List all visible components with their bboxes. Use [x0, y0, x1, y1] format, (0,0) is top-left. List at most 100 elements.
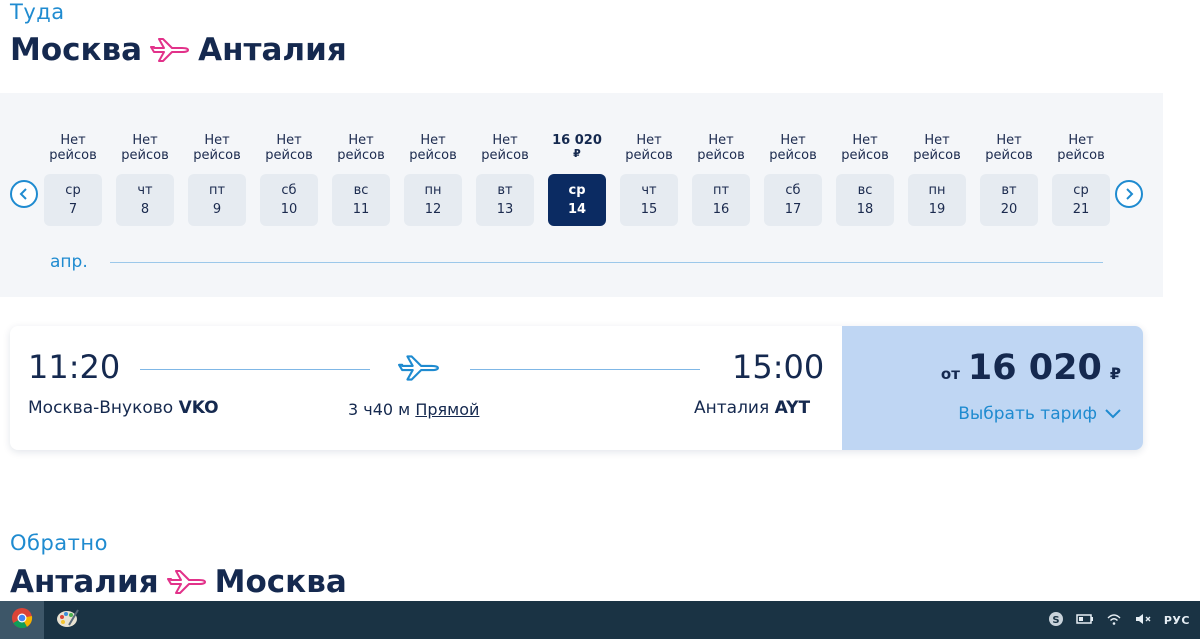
day-date: 10: [280, 202, 298, 217]
language-indicator[interactable]: РУС: [1164, 614, 1190, 627]
price-currency: ₽: [1109, 364, 1121, 383]
day-column: Нет рейсов чт 8: [115, 133, 175, 226]
day-date: 14: [567, 202, 587, 217]
day-price-line1: Нет: [924, 133, 950, 148]
day-price-line2: рейсов: [841, 148, 889, 163]
day-column: Нет рейсов вс 18: [835, 133, 895, 226]
day-price-line2: рейсов: [1057, 148, 1105, 163]
plane-icon: [150, 34, 190, 66]
flight-card[interactable]: 11:20 15:00 Москва-Внуково VKO 3 ч40 м П…: [10, 326, 1143, 450]
wifi-icon[interactable]: [1106, 612, 1122, 629]
price-panel[interactable]: от 16 020 ₽ Выбрать тариф: [842, 326, 1143, 450]
day-column: Нет рейсов сб 10: [259, 133, 319, 226]
route-line-right: [470, 369, 700, 370]
day-button[interactable]: вс 18: [836, 174, 894, 226]
select-tariff-button[interactable]: Выбрать тариф: [958, 404, 1121, 424]
departure-time: 11:20: [28, 348, 121, 386]
day-button[interactable]: пт 16: [692, 174, 750, 226]
day-price-info: Нет рейсов: [331, 133, 391, 167]
day-weekday: вс: [857, 183, 873, 198]
select-tariff-label: Выбрать тариф: [958, 404, 1097, 424]
day-price-line2: рейсов: [625, 148, 673, 163]
day-weekday: ср: [65, 183, 81, 198]
day-column: Нет рейсов сб 17: [763, 133, 823, 226]
day-price-info: Нет рейсов: [691, 133, 751, 167]
outbound-to-city: Анталия: [198, 32, 347, 68]
day-button[interactable]: чт 8: [116, 174, 174, 226]
day-price-info: Нет рейсов: [979, 133, 1039, 167]
day-weekday: вт: [497, 183, 513, 198]
day-date: 17: [784, 202, 802, 217]
day-button[interactable]: пн 19: [908, 174, 966, 226]
day-button[interactable]: сб 10: [260, 174, 318, 226]
day-date: 21: [1072, 202, 1090, 217]
day-column: Нет рейсов чт 15: [619, 133, 679, 226]
day-button[interactable]: пн 12: [404, 174, 462, 226]
next-dates-button[interactable]: [1115, 180, 1143, 208]
day-price-info: Нет рейсов: [115, 133, 175, 167]
day-price-info: Нет рейсов: [1051, 133, 1111, 167]
skype-icon[interactable]: S: [1048, 611, 1064, 630]
day-price-line1: Нет: [132, 133, 158, 148]
day-button[interactable]: ср 21: [1052, 174, 1110, 226]
day-price-line1: Нет: [204, 133, 230, 148]
chevron-left-icon: [18, 185, 30, 204]
day-price-line1: Нет: [420, 133, 446, 148]
day-price-line1: Нет: [1068, 133, 1094, 148]
day-price-line2: рейсов: [769, 148, 817, 163]
day-price-line2: рейсов: [409, 148, 457, 163]
battery-icon[interactable]: [1076, 613, 1094, 628]
prev-dates-button[interactable]: [10, 180, 38, 208]
day-price-line2: рейсов: [121, 148, 169, 163]
day-button[interactable]: пт 9: [188, 174, 246, 226]
day-column: 16 020 ₽ ср 14: [547, 133, 607, 226]
plane-icon: [166, 566, 207, 598]
volume-muted-icon[interactable]: [1134, 612, 1152, 629]
day-date: 13: [496, 202, 514, 217]
day-column: Нет рейсов ср 21: [1051, 133, 1111, 226]
day-button-selected[interactable]: ср 14: [548, 174, 606, 226]
day-price-line1: Нет: [852, 133, 878, 148]
day-date: 8: [140, 202, 150, 217]
day-price-line1: Нет: [780, 133, 806, 148]
price-amount: 16 020: [967, 348, 1102, 388]
day-weekday: сб: [281, 183, 297, 198]
day-price-line1: Нет: [492, 133, 518, 148]
day-column: Нет рейсов вт 20: [979, 133, 1039, 226]
day-date: 20: [1000, 202, 1018, 217]
day-button[interactable]: сб 17: [764, 174, 822, 226]
day-button[interactable]: вт 13: [476, 174, 534, 226]
route-line-left: [140, 369, 370, 370]
day-price-line1: Нет: [636, 133, 662, 148]
plane-icon: [398, 350, 440, 386]
taskbar-chrome-button[interactable]: [0, 601, 44, 639]
return-from-city: Анталия: [10, 564, 159, 600]
flight-price: от 16 020 ₽: [941, 348, 1121, 388]
arrival-airport-code: AYT: [774, 398, 811, 418]
day-button[interactable]: ср 7: [44, 174, 102, 226]
day-date: 11: [352, 202, 370, 217]
day-price-info: Нет рейсов: [187, 133, 247, 167]
day-price-info: Нет рейсов: [43, 133, 103, 167]
day-button[interactable]: вс 11: [332, 174, 390, 226]
day-button[interactable]: вт 20: [980, 174, 1038, 226]
day-price-info: Нет рейсов: [619, 133, 679, 167]
day-price-info: Нет рейсов: [907, 133, 967, 167]
day-button[interactable]: чт 15: [620, 174, 678, 226]
day-price-line2: рейсов: [697, 148, 745, 163]
day-date: 15: [640, 202, 658, 217]
taskbar: S РУС: [0, 601, 1200, 639]
direct-flight-link[interactable]: Прямой: [415, 400, 479, 419]
day-column: Нет рейсов пт 16: [691, 133, 751, 226]
paint-icon: [56, 607, 80, 633]
day-price-line1: Нет: [996, 133, 1022, 148]
day-date: 7: [68, 202, 78, 217]
day-weekday: сб: [785, 183, 801, 198]
chevron-down-icon: [1105, 404, 1121, 424]
arrival-airport-name: Анталия: [694, 398, 770, 418]
day-date: 18: [856, 202, 874, 217]
taskbar-paint-button[interactable]: [46, 601, 90, 639]
system-tray: S РУС: [1048, 601, 1190, 639]
chevron-right-icon: [1123, 185, 1135, 204]
day-price-info: Нет рейсов: [835, 133, 895, 167]
